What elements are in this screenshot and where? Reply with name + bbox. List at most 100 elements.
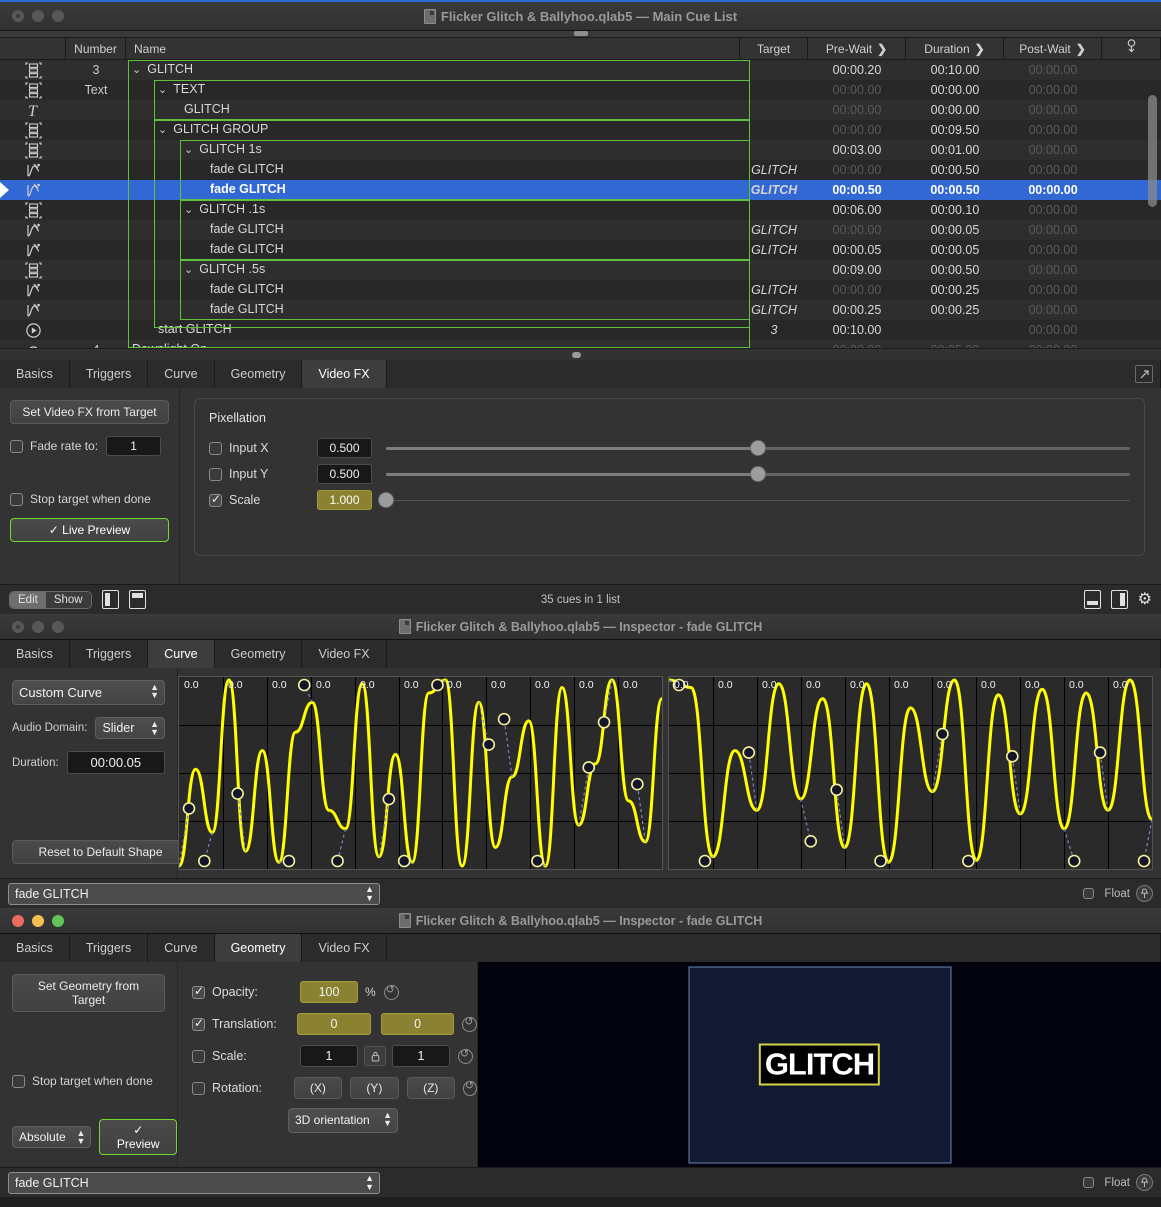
cue-duration[interactable]: 00:00.50 bbox=[906, 183, 1004, 197]
cue-name-cell[interactable]: fade GLITCH bbox=[126, 180, 740, 200]
curve-handle[interactable] bbox=[1069, 856, 1080, 867]
cue-pre-wait[interactable]: 00:03.00 bbox=[808, 143, 906, 157]
curve-handle[interactable] bbox=[399, 856, 410, 867]
stepper-icon[interactable]: ▲▼ bbox=[365, 885, 374, 903]
minimize-button[interactable] bbox=[32, 915, 44, 927]
tab-video-fx[interactable]: Video FX bbox=[302, 360, 386, 388]
cue-pre-wait[interactable]: 00:00.20 bbox=[808, 63, 906, 77]
cue-name-cell[interactable]: ⌄GLITCH .5s bbox=[126, 260, 740, 280]
table-row[interactable]: 4Downlight On00:00.0000:05.0000:00.00 bbox=[0, 340, 1161, 348]
cue-duration[interactable]: 00:00.00 bbox=[906, 103, 1004, 117]
tab-geometry[interactable]: Geometry bbox=[215, 640, 303, 668]
close-button[interactable] bbox=[12, 915, 24, 927]
duration-input[interactable]: 00:00.05 bbox=[67, 751, 165, 774]
tab-curve[interactable]: Curve bbox=[148, 360, 214, 388]
revert-scale-icon[interactable] bbox=[458, 1049, 473, 1064]
audio-domain-select[interactable]: Slider ▲▼ bbox=[95, 717, 165, 739]
cue-duration[interactable]: 00:01.00 bbox=[906, 143, 1004, 157]
cue-duration[interactable]: 00:00.25 bbox=[906, 283, 1004, 297]
cue-post-wait[interactable]: 00:00.00 bbox=[1004, 123, 1102, 137]
inspector-tab-bar-curve[interactable]: BasicsTriggersCurveGeometryVideo FX bbox=[0, 640, 1161, 668]
tab-triggers[interactable]: Triggers bbox=[70, 360, 148, 388]
minimize-button[interactable] bbox=[32, 10, 44, 22]
curve-handle[interactable] bbox=[483, 739, 494, 750]
table-row[interactable]: ⌄GLITCH 1s00:03.0000:01.0000:00.00 bbox=[0, 140, 1161, 160]
curve-handle[interactable] bbox=[963, 856, 974, 867]
close-button[interactable] bbox=[12, 621, 24, 633]
toggle-inspector-bottom-icon[interactable] bbox=[1084, 590, 1101, 609]
window-traffic-lights[interactable] bbox=[0, 10, 64, 22]
cue-duration[interactable]: 00:00.25 bbox=[906, 303, 1004, 317]
table-row[interactable]: fade GLITCHGLITCH00:00.0000:00.2500:00.0… bbox=[0, 280, 1161, 300]
table-row[interactable]: TGLITCH00:00.0000:00.0000:00.00 bbox=[0, 100, 1161, 120]
cue-post-wait[interactable]: 00:00.00 bbox=[1004, 183, 1102, 197]
curve-handle[interactable] bbox=[831, 784, 842, 795]
toggle-right-panel-icon[interactable] bbox=[1111, 590, 1128, 609]
geometry-mode-select[interactable]: Absolute ▲▼ bbox=[12, 1126, 91, 1148]
cue-duration[interactable]: 00:00.05 bbox=[906, 243, 1004, 257]
zoom-button[interactable] bbox=[52, 10, 64, 22]
zoom-button[interactable] bbox=[52, 621, 64, 633]
stepper-icon[interactable]: ▲▼ bbox=[77, 1129, 86, 1145]
curve-handle[interactable] bbox=[299, 680, 310, 691]
curve-handle[interactable] bbox=[1095, 747, 1106, 758]
curve-handle[interactable] bbox=[1139, 856, 1150, 867]
cue-duration[interactable]: 00:10.00 bbox=[906, 63, 1004, 77]
slider-knob[interactable] bbox=[378, 492, 394, 508]
cue-post-wait[interactable]: 00:00.00 bbox=[1004, 283, 1102, 297]
cue-list-vertical-scrollbar[interactable] bbox=[1148, 95, 1157, 207]
fx-param-slider[interactable] bbox=[386, 491, 1130, 509]
cue-pre-wait[interactable]: 00:00.00 bbox=[808, 163, 906, 177]
cue-rows-container[interactable]: 3⌄GLITCH00:00.2000:10.0000:00.00 Text⌄TE… bbox=[0, 60, 1161, 348]
cue-duration[interactable]: 00:00.50 bbox=[906, 163, 1004, 177]
rotation-x-button[interactable]: (X) bbox=[294, 1077, 342, 1099]
cue-post-wait[interactable]: 00:00.00 bbox=[1004, 63, 1102, 77]
cue-name-cell[interactable]: fade GLITCH bbox=[126, 160, 740, 180]
cue-name-cell[interactable]: start GLITCH bbox=[126, 320, 740, 340]
cue-duration[interactable]: 00:00.05 bbox=[906, 223, 1004, 237]
stop-target-checkbox[interactable] bbox=[12, 1075, 25, 1088]
table-row[interactable]: fade GLITCHGLITCH00:00.0500:00.0500:00.0… bbox=[0, 240, 1161, 260]
chevron-down-icon[interactable]: ⌄ bbox=[184, 203, 193, 216]
set-video-fx-from-target-button[interactable]: Set Video FX from Target bbox=[10, 400, 169, 424]
geometry-window-traffic-lights[interactable] bbox=[0, 915, 64, 927]
stepper-icon[interactable]: ▲▼ bbox=[150, 720, 159, 736]
fx-param-slider[interactable] bbox=[386, 439, 1130, 457]
set-geometry-from-target-button[interactable]: Set Geometry from Target bbox=[12, 974, 165, 1012]
table-row[interactable]: 3⌄GLITCH00:00.2000:10.0000:00.00 bbox=[0, 60, 1161, 80]
column-header-continue[interactable] bbox=[1102, 38, 1161, 60]
cue-name-cell[interactable]: ⌄GLITCH GROUP bbox=[126, 120, 740, 140]
cue-name-cell[interactable]: GLITCH bbox=[126, 100, 740, 120]
fx-input-x-checkbox[interactable] bbox=[209, 442, 222, 455]
cue-pre-wait[interactable]: 00:00.50 bbox=[808, 183, 906, 197]
curve-handle[interactable] bbox=[499, 714, 510, 725]
tab-basics[interactable]: Basics bbox=[0, 640, 70, 668]
cue-name-cell[interactable]: fade GLITCH bbox=[126, 300, 740, 320]
fx-param-value[interactable]: 0.500 bbox=[317, 438, 372, 458]
curve-type-select[interactable]: Custom Curve ▲▼ bbox=[12, 680, 165, 705]
cue-name-cell[interactable]: ⌄GLITCH bbox=[126, 60, 740, 80]
revert-translation-icon[interactable] bbox=[462, 1017, 477, 1032]
chevron-down-icon[interactable]: ⌄ bbox=[158, 123, 167, 136]
curve-handle[interactable] bbox=[699, 856, 710, 867]
table-row[interactable]: fade GLITCHGLITCH00:00.5000:00.5000:00.0… bbox=[0, 180, 1161, 200]
cue-pre-wait[interactable]: 00:10.00 bbox=[808, 323, 906, 337]
inspector-tab-bar-geometry[interactable]: BasicsTriggersCurveGeometryVideo FX bbox=[0, 934, 1161, 962]
float-checkbox[interactable] bbox=[1083, 888, 1094, 899]
rotation-y-button[interactable]: (Y) bbox=[350, 1077, 398, 1099]
column-header-name[interactable]: Name bbox=[126, 38, 740, 60]
curve-handle[interactable] bbox=[743, 747, 754, 758]
scale-y-input[interactable]: 1 bbox=[392, 1045, 450, 1067]
slider-knob[interactable] bbox=[750, 440, 766, 456]
translation-y-input[interactable]: 0 bbox=[381, 1013, 455, 1035]
tab-basics[interactable]: Basics bbox=[0, 360, 70, 388]
stepper-icon[interactable]: ▲▼ bbox=[365, 1174, 374, 1192]
minimize-button[interactable] bbox=[32, 621, 44, 633]
table-row[interactable]: fade GLITCHGLITCH00:00.0000:00.5000:00.0… bbox=[0, 160, 1161, 180]
opacity-checkbox[interactable] bbox=[192, 986, 205, 999]
column-header-target[interactable]: Target bbox=[740, 38, 808, 60]
stepper-icon[interactable]: ▲▼ bbox=[383, 1111, 392, 1127]
curve-handle[interactable] bbox=[184, 803, 195, 814]
tab-geometry[interactable]: Geometry bbox=[215, 934, 303, 962]
column-header-duration[interactable]: Duration❯ bbox=[906, 38, 1004, 60]
